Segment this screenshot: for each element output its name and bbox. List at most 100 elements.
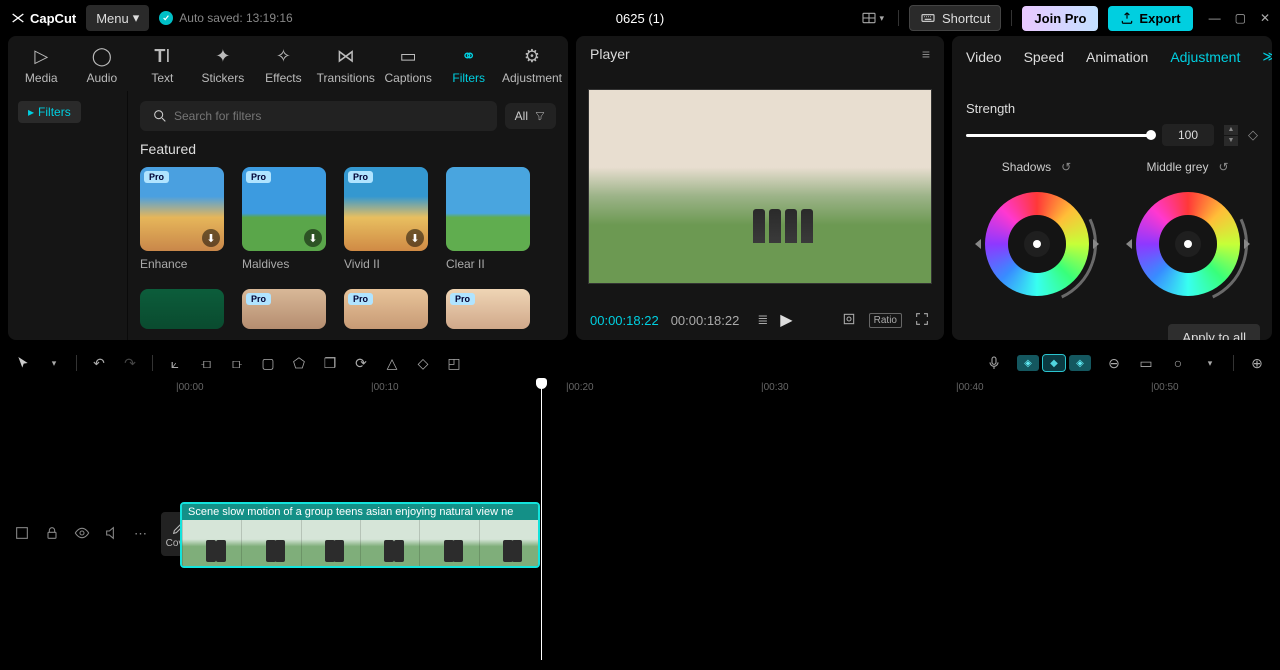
all-filter-chip[interactable]: All: [505, 103, 556, 129]
shortcut-button[interactable]: Shortcut: [909, 5, 1001, 31]
divider: [1233, 355, 1234, 371]
layout-icon[interactable]: ▾: [857, 6, 888, 30]
minimize-button[interactable]: —: [1209, 11, 1221, 25]
divider: [76, 355, 77, 371]
middlegrey-label: Middle grey: [1146, 160, 1208, 174]
crop-icon[interactable]: [841, 311, 857, 330]
filter-row2-3[interactable]: Pro: [446, 289, 530, 329]
track-header: ⋯ Cover: [14, 512, 197, 556]
pro-badge: Pro: [144, 171, 169, 183]
preview-icon[interactable]: ▭: [1137, 355, 1155, 372]
tab-speed[interactable]: Speed: [1024, 49, 1064, 65]
apply-all-button[interactable]: Apply to all: [1168, 324, 1260, 340]
strength-value[interactable]: 100: [1162, 124, 1214, 146]
timeline[interactable]: |00:00 |00:10 |00:20 |00:30 |00:40 |00:5…: [0, 380, 1280, 660]
tab-adjustment-right[interactable]: Adjustment: [1170, 49, 1240, 65]
mirror-icon[interactable]: △: [383, 355, 401, 372]
trim-right-icon[interactable]: ⟥: [228, 355, 246, 372]
list-view-icon[interactable]: ≣: [757, 312, 768, 328]
undo-icon[interactable]: ↶: [90, 355, 108, 372]
cursor-icon[interactable]: [14, 355, 32, 371]
track-eye-icon[interactable]: [74, 525, 90, 544]
stickers-icon: ✦: [215, 46, 230, 67]
tab-captions[interactable]: ▭Captions: [381, 44, 436, 87]
close-button[interactable]: ✕: [1260, 11, 1270, 25]
refresh-icon[interactable]: ⟳: [352, 355, 370, 372]
clip-title: Scene slow motion of a group teens asian…: [182, 504, 538, 520]
captions-icon: ▭: [400, 46, 417, 67]
video-clip[interactable]: Scene slow motion of a group teens asian…: [180, 502, 540, 568]
split-icon[interactable]: ⟀: [166, 355, 184, 372]
tab-video[interactable]: Video: [966, 49, 1002, 65]
mic-icon[interactable]: [985, 355, 1003, 371]
tab-filters[interactable]: ⚭Filters: [441, 44, 496, 87]
tab-animation[interactable]: Animation: [1086, 49, 1148, 65]
filter-row2-0[interactable]: [140, 289, 224, 329]
ratio-button[interactable]: Ratio: [869, 313, 902, 328]
crop-clip-icon[interactable]: ◰: [445, 355, 463, 372]
middlegrey-wheel[interactable]: [1128, 184, 1248, 304]
check-icon: [159, 11, 173, 25]
inspector-tabs: Video Speed Animation Adjustment ≫: [952, 36, 1272, 77]
reset-shadows-icon[interactable]: ↺: [1061, 160, 1071, 174]
filter-row2-2[interactable]: Pro: [344, 289, 428, 329]
tab-stickers[interactable]: ✦Stickers: [196, 44, 251, 87]
tab-text[interactable]: TIText: [135, 44, 190, 87]
effects-icon: ✧: [276, 46, 291, 67]
player-viewport[interactable]: [588, 89, 932, 284]
snap-mode[interactable]: ◈◆◈: [1017, 355, 1091, 371]
media-icon: ▷: [34, 46, 48, 67]
reset-icon[interactable]: ◇: [1248, 127, 1258, 143]
magnet-icon[interactable]: ⊖: [1105, 355, 1123, 372]
tab-media[interactable]: ▷Media: [14, 44, 69, 87]
player-menu-icon[interactable]: ≡: [922, 46, 930, 62]
zoom-dropdown-icon[interactable]: ▾: [1201, 358, 1219, 369]
track-mute-icon[interactable]: [104, 525, 120, 544]
strength-slider[interactable]: [966, 134, 1152, 137]
redo-icon[interactable]: ↷: [121, 355, 139, 372]
tab-effects[interactable]: ✧Effects: [256, 44, 311, 87]
strength-stepper[interactable]: ▲▼: [1224, 125, 1238, 146]
tab-adjustment[interactable]: ⚙Adjustment: [502, 44, 562, 87]
track-lock-icon[interactable]: [44, 525, 60, 544]
filter-clear2[interactable]: Clear II: [446, 167, 530, 271]
duplicate-icon[interactable]: ❐: [321, 355, 339, 372]
track-box-icon[interactable]: [14, 525, 30, 544]
zoom-out-icon[interactable]: ○: [1169, 355, 1187, 371]
filter-enhance[interactable]: Pro⬇ Enhance: [140, 167, 224, 271]
timeline-ruler[interactable]: |00:00 |00:10 |00:20 |00:30 |00:40 |00:5…: [176, 380, 1280, 402]
reset-middlegrey-icon[interactable]: ↺: [1218, 160, 1228, 174]
join-pro-button[interactable]: Join Pro: [1022, 6, 1098, 31]
shadows-wheel[interactable]: [977, 184, 1097, 304]
filters-category[interactable]: ▸ Filters: [18, 101, 81, 123]
download-icon[interactable]: ⬇: [202, 229, 220, 247]
filter-vivid2[interactable]: Pro⬇ Vivid II: [344, 167, 428, 271]
download-icon[interactable]: ⬇: [406, 229, 424, 247]
zoom-fit-icon[interactable]: ⊕: [1248, 355, 1266, 372]
export-button[interactable]: Export: [1108, 6, 1192, 31]
filter-row2-1[interactable]: Pro: [242, 289, 326, 329]
search-input[interactable]: [140, 101, 497, 131]
play-button[interactable]: ▶: [780, 310, 792, 330]
delete-icon[interactable]: ▢: [259, 355, 277, 372]
download-icon[interactable]: ⬇: [304, 229, 322, 247]
wheel-right-arrow[interactable]: [1093, 239, 1099, 249]
tab-transitions[interactable]: ⋈Transitions: [317, 44, 375, 87]
more-tabs-icon[interactable]: ≫: [1262, 48, 1272, 65]
fullscreen-icon[interactable]: [914, 311, 930, 330]
menu-label: Menu: [96, 11, 129, 26]
filter-maldives[interactable]: Pro⬇ Maldives: [242, 167, 326, 271]
tab-audio[interactable]: ◯Audio: [75, 44, 130, 87]
pro-badge: Pro: [450, 293, 475, 305]
maximize-button[interactable]: ▢: [1235, 11, 1246, 25]
app-logo: CapCut: [10, 10, 76, 26]
track-more-icon[interactable]: ⋯: [134, 526, 147, 542]
menu-button[interactable]: Menu ▾: [86, 5, 149, 31]
filters-icon: ⚭: [461, 46, 476, 67]
wheel-right-arrow[interactable]: [1244, 239, 1250, 249]
rotate-icon[interactable]: ◇: [414, 355, 432, 372]
search-field[interactable]: [174, 109, 485, 123]
cursor-dropdown-icon[interactable]: ▾: [45, 358, 63, 369]
trim-left-icon[interactable]: ⟤: [197, 355, 215, 372]
mark-icon[interactable]: ⬠: [290, 355, 308, 372]
